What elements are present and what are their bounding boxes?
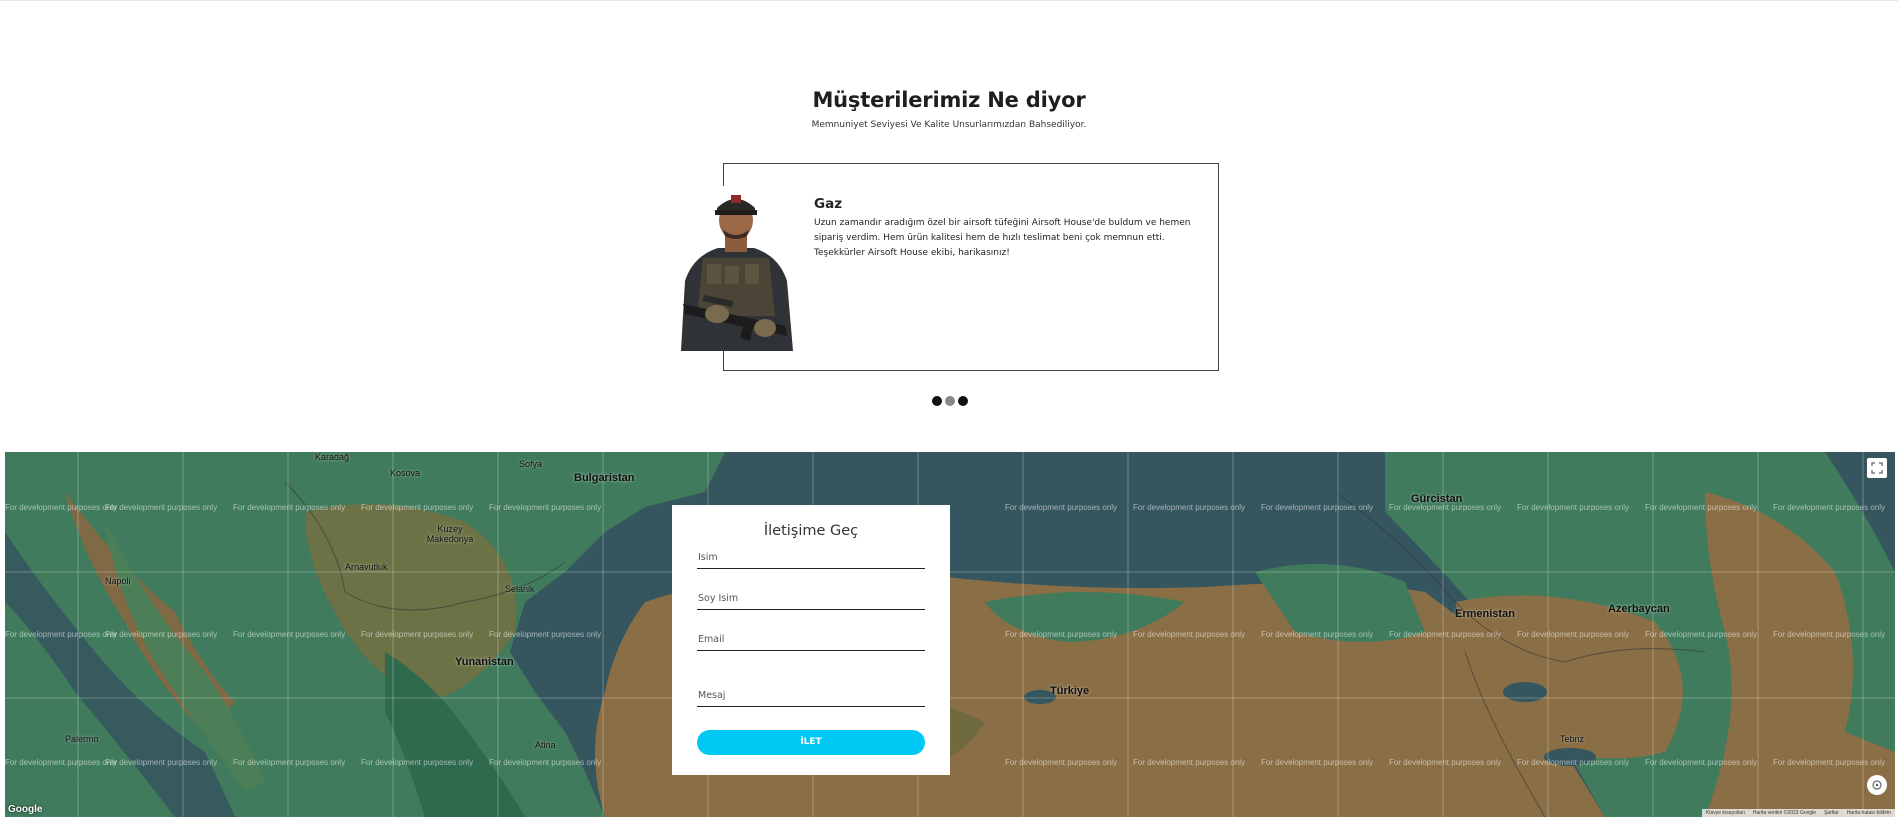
map-watermark: For development purposes only — [1261, 758, 1374, 767]
reviewer-name: Gaz — [814, 196, 843, 212]
carousel-dot-3[interactable] — [958, 396, 968, 406]
carousel-dots — [932, 396, 968, 406]
testimonials-heading: Müşterilerimiz Ne diyor — [812, 88, 1086, 112]
map-label-bulgaristan: Bulgaristan — [574, 472, 635, 484]
map-watermark: For development purposes only — [1389, 758, 1502, 767]
google-map[interactable]: For development purposes only For develo… — [5, 452, 1895, 817]
google-logo: Google — [8, 804, 43, 815]
carousel-dot-1[interactable] — [932, 396, 942, 406]
map-watermark: For development purposes only — [1645, 503, 1758, 512]
map-label-tebriz: Tebriz — [1560, 734, 1585, 744]
fullscreen-icon — [1871, 462, 1883, 474]
contact-form: İletişime Geç İLET — [672, 505, 950, 775]
map-watermark: For development purposes only — [1261, 630, 1374, 639]
terms-link[interactable]: Şartlar — [1824, 810, 1839, 816]
map-label-selanik: Selanik — [505, 584, 535, 594]
map-fullscreen-button[interactable] — [1867, 458, 1887, 478]
last-name-field[interactable] — [697, 588, 925, 610]
map-watermark: For development purposes only — [1005, 503, 1118, 512]
map-label-sofya: Sofya — [519, 459, 543, 469]
map-watermark: For development purposes only — [5, 503, 118, 512]
message-field[interactable] — [697, 685, 925, 707]
map-label-kosova: Kosova — [390, 468, 421, 478]
map-watermark: For development purposes only — [105, 503, 218, 512]
map-watermark: For development purposes only — [489, 503, 602, 512]
move-icon — [1872, 780, 1882, 790]
map-watermark: For development purposes only — [1133, 503, 1246, 512]
map-watermark: For development purposes only — [1517, 630, 1630, 639]
map-watermark: For development purposes only — [1645, 630, 1758, 639]
map-label-gurcistan: Gürcistan — [1411, 493, 1463, 505]
map-watermark: For development purposes only — [105, 758, 218, 767]
map-watermark: For development purposes only — [1005, 758, 1118, 767]
map-watermark: For development purposes only — [105, 630, 218, 639]
map-watermark: For development purposes only — [5, 630, 118, 639]
map-data-text: Harita verileri ©2023 Google — [1752, 810, 1817, 816]
map-watermark: For development purposes only — [489, 630, 602, 639]
map-watermark: For development purposes only — [233, 758, 346, 767]
map-label-palermo: Palermo — [65, 734, 99, 744]
map-watermark: For development purposes only — [233, 503, 346, 512]
map-label-turkiye: Türkiye — [1050, 685, 1090, 697]
map-watermark: For development purposes only — [1517, 758, 1630, 767]
map-label-karadag: Karadağ — [315, 452, 350, 462]
testimonials-subheading: Memnuniyet Seviyesi Ve Kalite Unsurlarım… — [811, 120, 1087, 130]
map-watermark: For development purposes only — [1773, 758, 1886, 767]
contact-form-title: İletişime Geç — [763, 523, 859, 539]
map-label-azerbaycan: Azerbaycan — [1608, 603, 1670, 615]
map-label-arnavutluk: Arnavutluk — [345, 562, 388, 572]
map-watermark: For development purposes only — [1517, 503, 1630, 512]
map-watermark: For development purposes only — [1133, 630, 1246, 639]
map-label-atina: Atina — [535, 740, 556, 750]
top-divider — [0, 0, 1898, 1]
map-watermark: For development purposes only — [1133, 758, 1246, 767]
map-label-napoli: Napoli — [105, 576, 131, 586]
map-watermark: For development purposes only — [361, 758, 474, 767]
first-name-field[interactable] — [697, 547, 925, 569]
map-watermark: For development purposes only — [233, 630, 346, 639]
map-camera-control-button[interactable] — [1867, 775, 1887, 795]
map-label-yunanistan: Yunanistan — [455, 656, 514, 668]
map-watermark: For development purposes only — [1645, 758, 1758, 767]
map-watermark: For development purposes only — [1389, 630, 1502, 639]
map-watermark: For development purposes only — [1261, 503, 1374, 512]
map-watermark: For development purposes only — [361, 503, 474, 512]
map-watermark: For development purposes only — [489, 758, 602, 767]
map-watermark: For development purposes only — [1773, 630, 1886, 639]
reviewer-avatar — [673, 186, 799, 351]
review-text: Uzun zamandır aradığım özel bir airsoft … — [814, 218, 1191, 258]
map-watermark: For development purposes only — [1773, 503, 1886, 512]
submit-button[interactable]: İLET — [697, 730, 925, 755]
map-watermark: For development purposes only — [361, 630, 474, 639]
report-error-link[interactable]: Harita hatası bildirin — [1847, 810, 1891, 816]
map-watermark: For development purposes only — [1005, 630, 1118, 639]
map-watermark: For development purposes only — [5, 758, 118, 767]
keyboard-shortcuts-link[interactable]: Klavye kısayolları — [1706, 810, 1745, 816]
carousel-dot-2[interactable] — [945, 396, 955, 406]
email-field[interactable] — [697, 629, 925, 651]
map-label-kuzey-makedonya: Kuzey Makedonya — [426, 524, 474, 544]
map-attribution: Klavye kısayolları Harita verileri ©2023… — [1702, 809, 1895, 817]
map-label-ermenistan: Ermenistan — [1455, 608, 1515, 620]
